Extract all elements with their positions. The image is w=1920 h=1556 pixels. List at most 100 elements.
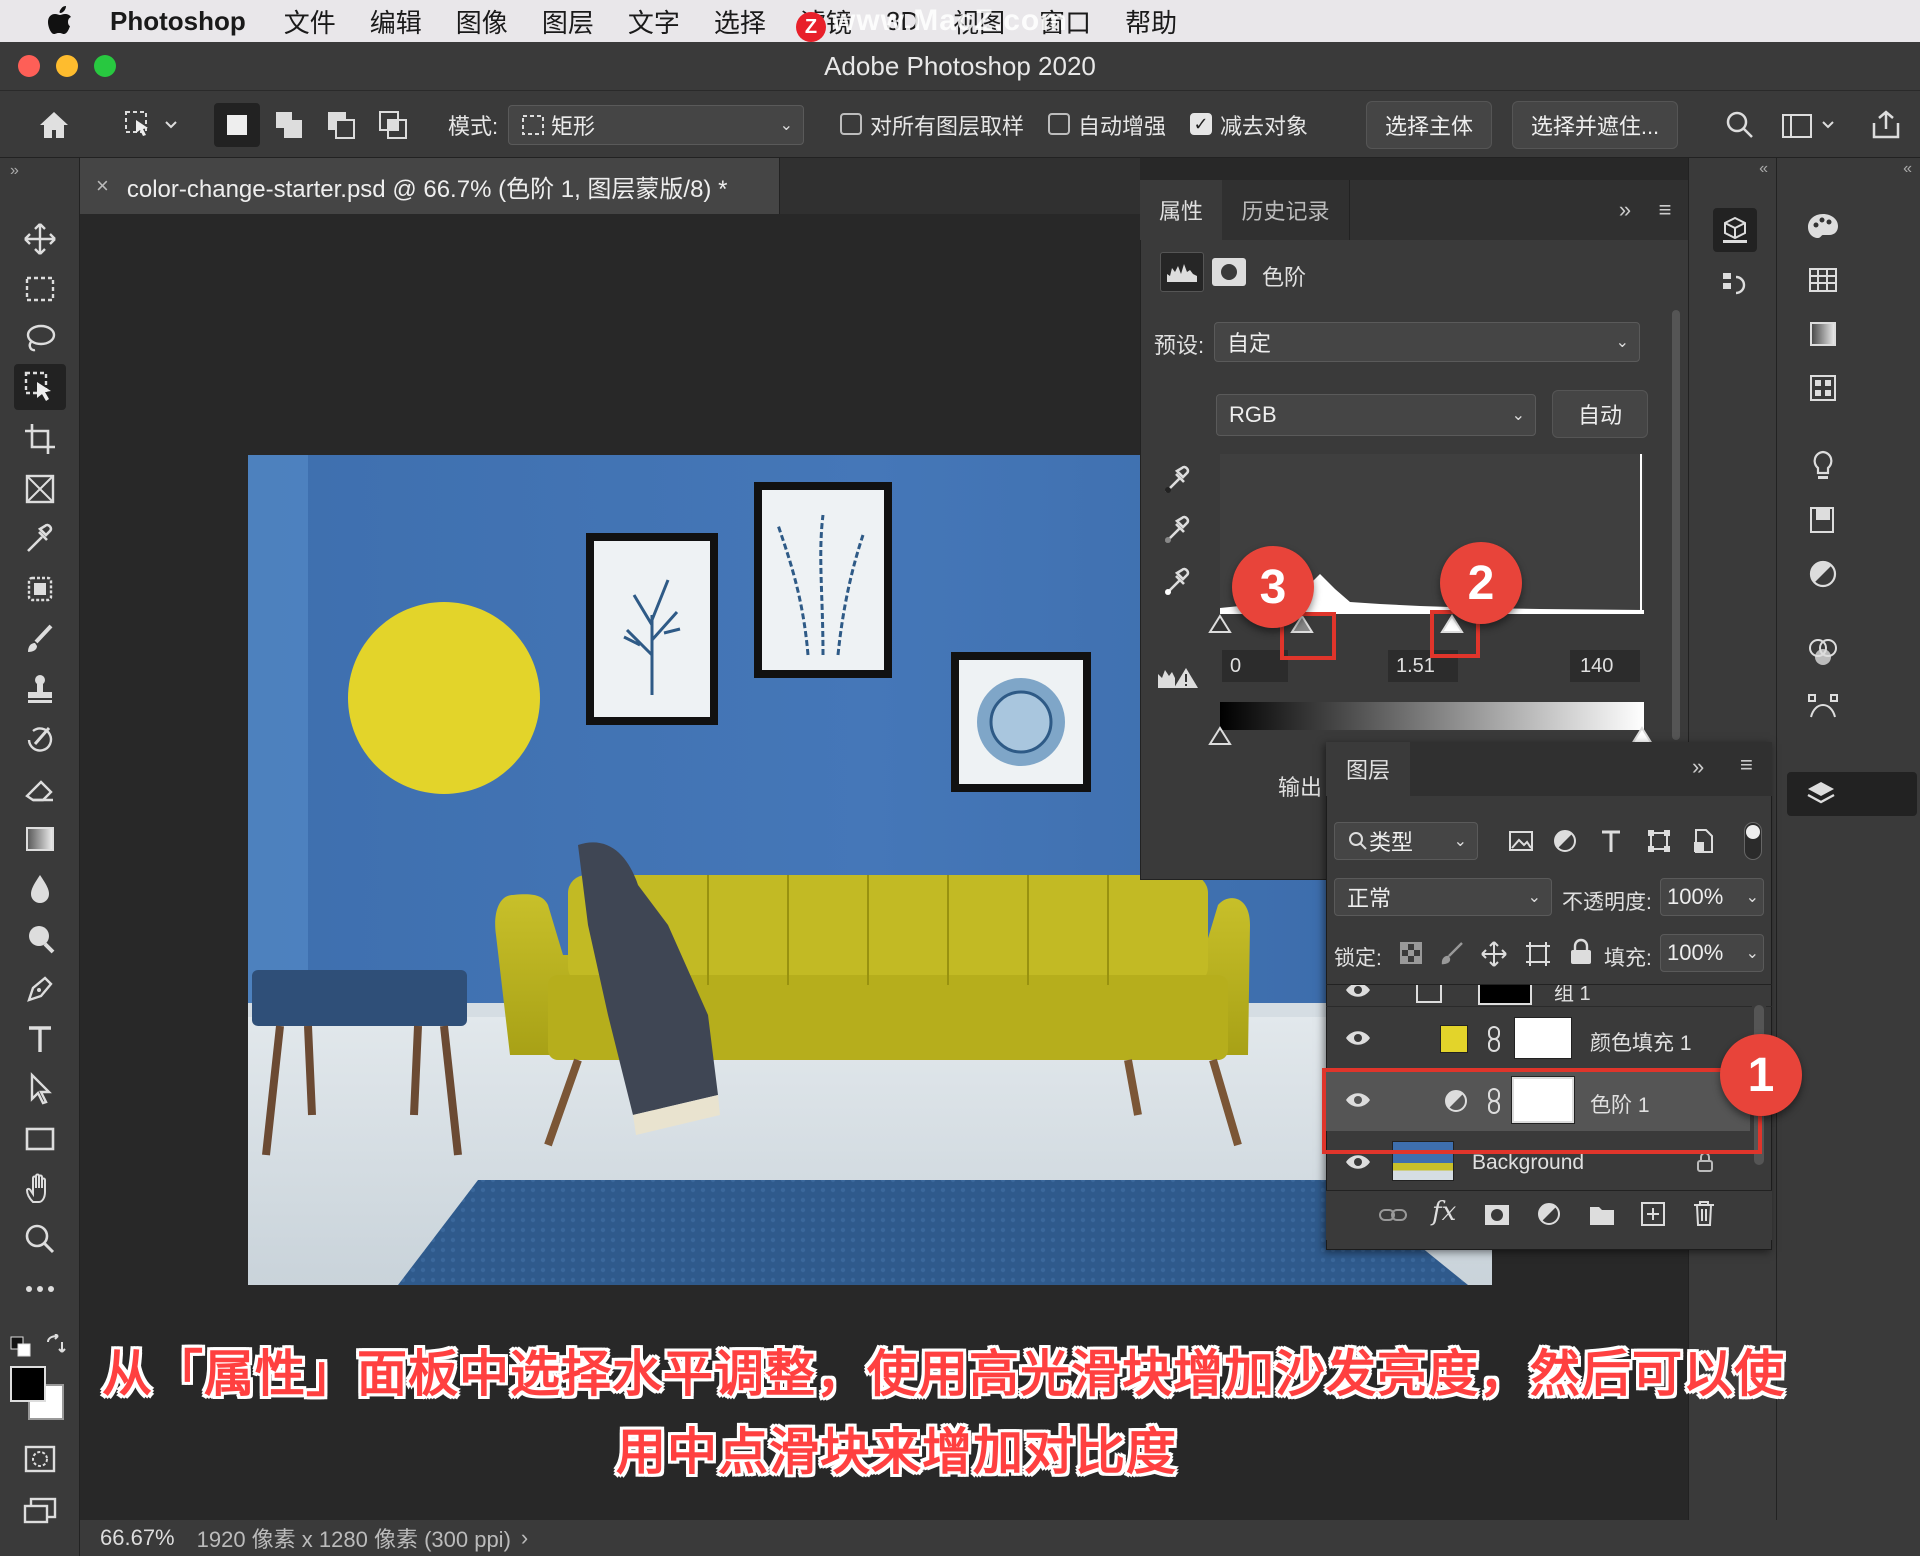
share-icon[interactable] [1864, 103, 1908, 147]
color-fill-swatch[interactable] [1440, 1025, 1468, 1053]
tab-properties[interactable]: 属性 [1140, 180, 1222, 240]
select-and-mask-button[interactable]: 选择并遮住... [1512, 101, 1678, 149]
menu-layer[interactable]: 图层 [542, 3, 594, 40]
zoom-icon[interactable] [14, 1216, 66, 1262]
menu-app-photoshop[interactable]: Photoshop [110, 6, 246, 37]
adjustments-panel-icon[interactable] [1799, 552, 1847, 596]
channel-dropdown[interactable]: RGB ⌄ [1216, 394, 1536, 436]
close-tab-icon[interactable]: × [96, 173, 109, 199]
panel-collapse-icon[interactable]: » [1610, 180, 1640, 240]
zoom-window-button[interactable] [94, 55, 116, 77]
screen-mode-icon[interactable] [14, 1488, 66, 1534]
more-tools-icon[interactable] [14, 1266, 66, 1312]
lasso-icon[interactable] [14, 316, 66, 362]
eye-icon[interactable] [1344, 1029, 1372, 1052]
tab-layers[interactable]: 图层 [1326, 742, 1410, 796]
layer-name[interactable]: 颜色填充 1 [1590, 1027, 1692, 1057]
close-window-button[interactable] [18, 55, 40, 77]
blend-mode-dropdown[interactable]: 正常 ⌄ [1334, 878, 1552, 916]
rectangular-marquee-icon[interactable] [14, 266, 66, 312]
new-selection-icon[interactable] [214, 103, 260, 147]
chevron-right-icon[interactable]: › [521, 1525, 528, 1551]
subtract-from-selection-icon[interactable] [318, 103, 364, 147]
paths-panel-icon[interactable] [1799, 684, 1847, 728]
patterns-panel-icon[interactable] [1799, 366, 1847, 410]
collapse-dock-icon[interactable]: « [1903, 160, 1912, 178]
document-info[interactable]: 1920 像素 x 1280 像素 (300 ppi) [197, 1522, 511, 1554]
lock-image-icon[interactable] [1440, 940, 1466, 971]
channels-panel-icon[interactable] [1799, 630, 1847, 674]
lock-position-icon[interactable] [1480, 940, 1508, 973]
new-layer-icon[interactable] [1640, 1201, 1666, 1232]
minimize-window-button[interactable] [56, 55, 78, 77]
lock-all-icon[interactable] [1568, 938, 1594, 971]
hand-icon[interactable] [14, 1166, 66, 1212]
lock-artboard-icon[interactable] [1524, 940, 1552, 973]
type-tool-icon[interactable] [14, 1016, 66, 1062]
default-colors-icon[interactable] [10, 1336, 32, 1363]
layer-row[interactable]: 组 1 [1326, 985, 1772, 1007]
auto-button[interactable]: 自动 [1552, 390, 1648, 438]
white-point-eyedropper-icon[interactable] [1162, 566, 1194, 603]
filter-toggle[interactable] [1744, 822, 1762, 860]
properties-scrollbar[interactable] [1672, 310, 1680, 740]
search-icon[interactable] [1718, 103, 1762, 147]
black-point-eyedropper-icon[interactable] [1162, 464, 1194, 501]
filter-type-icon[interactable] [1598, 828, 1624, 859]
history-panel-icon[interactable] [1713, 262, 1757, 306]
link-icon[interactable] [1486, 1025, 1502, 1058]
mode-dropdown[interactable]: 矩形 ⌄ [508, 105, 804, 145]
select-subject-button[interactable]: 选择主体 [1366, 101, 1492, 149]
move-tool-icon[interactable] [14, 216, 66, 262]
input-white-field[interactable]: 140 [1570, 650, 1640, 682]
panel-menu-icon[interactable]: ≡ [1650, 180, 1680, 240]
tab-history[interactable]: 历史记录 [1222, 180, 1350, 240]
healing-brush-icon[interactable] [14, 566, 66, 612]
levels-adjustment-icon[interactable] [1160, 252, 1204, 292]
history-brush-icon[interactable] [14, 716, 66, 762]
subtract-object-checkbox[interactable]: ✓ [1190, 113, 1212, 135]
menu-select[interactable]: 选择 [714, 3, 766, 40]
swatches-panel-icon[interactable] [1799, 258, 1847, 302]
path-selection-icon[interactable] [14, 1066, 66, 1112]
auto-enhance-checkbox[interactable] [1048, 113, 1070, 135]
clipping-warning-icon[interactable] [1156, 664, 1200, 697]
gradient-icon[interactable] [14, 816, 66, 862]
libraries-panel-icon[interactable] [1799, 498, 1847, 542]
input-black-field[interactable]: 0 [1222, 650, 1288, 682]
eye-icon[interactable] [1344, 985, 1372, 1004]
frame-tool-icon[interactable] [14, 466, 66, 512]
preset-dropdown[interactable]: 自定 ⌄ [1214, 322, 1640, 362]
layer-filter-dropdown[interactable]: 类型 ⌄ [1334, 822, 1478, 860]
new-group-icon[interactable] [1588, 1203, 1616, 1232]
layer-name[interactable]: Background [1472, 1151, 1584, 1175]
apple-icon[interactable] [38, 4, 82, 38]
fx-icon[interactable]: fx [1432, 1197, 1456, 1227]
learn-panel-icon[interactable] [1799, 444, 1847, 488]
filter-pixel-icon[interactable] [1508, 828, 1534, 859]
document-tab[interactable]: × color-change-starter.psd @ 66.7% (色阶 1… [80, 158, 780, 214]
menu-edit[interactable]: 编辑 [370, 3, 422, 40]
panel-collapse-icon[interactable]: » [1692, 754, 1704, 780]
quick-mask-icon[interactable] [14, 1436, 66, 1482]
menu-type[interactable]: 文字 [628, 3, 680, 40]
layer-mask-icon[interactable] [1212, 258, 1246, 286]
fill-field[interactable]: 100% ⌄ [1660, 934, 1764, 972]
menu-image[interactable]: 图像 [456, 3, 508, 40]
gradients-panel-icon[interactable] [1799, 312, 1847, 356]
layer-mask-thumbnail[interactable] [1514, 1017, 1572, 1059]
filter-adjustment-icon[interactable] [1552, 828, 1578, 859]
add-to-selection-icon[interactable] [266, 103, 312, 147]
layer-mask-thumbnail[interactable] [1478, 985, 1532, 1005]
crop-icon[interactable] [14, 416, 66, 462]
foreground-color-swatch[interactable] [10, 1366, 46, 1402]
blur-icon[interactable] [14, 866, 66, 912]
rectangle-tool-icon[interactable] [14, 1116, 66, 1162]
intersect-selection-icon[interactable] [370, 103, 416, 147]
sample-all-layers-checkbox[interactable] [840, 113, 862, 135]
filter-shape-icon[interactable] [1646, 828, 1672, 859]
workspace-switcher-icon[interactable] [1776, 103, 1846, 147]
eraser-icon[interactable] [14, 766, 66, 812]
expand-tools-icon[interactable]: » [10, 162, 19, 180]
gray-point-eyedropper-icon[interactable] [1162, 514, 1194, 551]
